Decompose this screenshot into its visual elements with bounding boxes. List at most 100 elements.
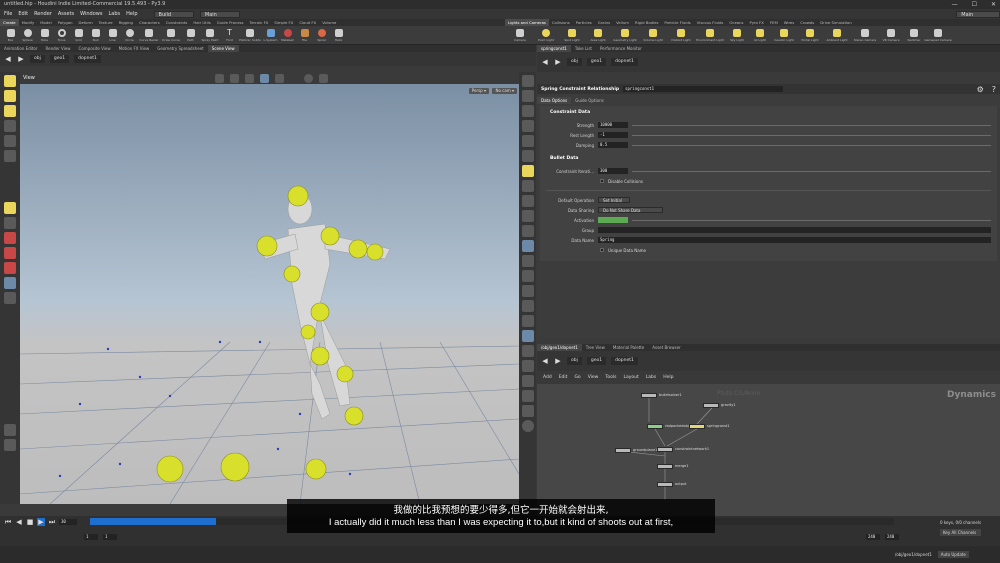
pose-tool-icon[interactable] [4,202,16,214]
net-menu-add[interactable]: Add [543,375,552,380]
path-crumb-geo1[interactable]: geo1 [586,357,607,365]
node-rbdpackedobject1[interactable] [647,424,663,429]
info-icon[interactable] [521,420,534,432]
strength-field[interactable]: 10000 [598,122,628,128]
snap-icon[interactable] [214,73,224,83]
magnet-icon[interactable] [4,232,16,244]
tab-scene-view[interactable]: Scene View [207,45,239,52]
key-all-button[interactable]: Key All Channels [940,529,982,536]
render-region-icon[interactable] [4,277,16,289]
handle-icon[interactable] [229,73,239,83]
ghost-icon[interactable] [521,90,534,102]
auto-update-button[interactable]: Auto Update [937,551,969,558]
shelf-tool-platonic[interactable]: Platonic Solids [238,26,262,45]
shelf-tool-grid[interactable]: Grid [70,26,87,45]
tab-asset-browser[interactable]: Asset Browser [648,344,684,351]
shelf-tool-lsystem[interactable]: L-System [262,26,279,45]
tab-springconst1[interactable]: springconst1 [537,45,571,52]
template-icon[interactable] [521,120,534,132]
menu-help[interactable]: Help [126,11,137,17]
menu-edit[interactable]: Edit [18,11,28,17]
shelf-tool-null[interactable]: Null [87,26,104,45]
tab-take-list[interactable]: Take List [571,45,596,52]
step-back-icon[interactable]: ◀ [15,518,23,526]
tab-composite-view[interactable]: Composite View [75,45,115,52]
tab-guide-options[interactable]: Guide Options [571,97,607,104]
group-field[interactable] [598,227,991,233]
grid-display-icon[interactable] [521,240,534,252]
shelf-tool-file[interactable]: File [296,26,313,45]
view-tool-icon[interactable] [4,135,16,147]
forward-arrow-icon[interactable]: ▶ [554,357,562,365]
node-bulletsolver1[interactable] [641,393,657,398]
default-operation-dropdown[interactable]: Set Initial [598,197,630,203]
minimize-button[interactable]: — [952,1,958,8]
tab-tree-view[interactable]: Tree View [582,344,609,351]
lighting-icon[interactable] [521,180,534,192]
background-icon[interactable] [521,225,534,237]
shelf-tool-volume-light[interactable]: Volume Light [639,26,667,45]
shelf-tool-camera[interactable]: Camera [507,26,533,45]
desktop-dropdown[interactable]: Main [199,10,241,18]
path-crumb-obj[interactable]: obj [567,357,582,365]
right-desktop-dropdown[interactable]: Main [956,10,1000,18]
tab-animation-editor[interactable]: Animation Editor [0,45,42,52]
demo-icon[interactable] [4,439,16,451]
shelf-tool-geometry-light[interactable]: Geometry Light [611,26,639,45]
wire-icon[interactable] [259,73,269,83]
wand-icon[interactable] [4,424,16,436]
shelf-tool-tube[interactable]: Tube [36,26,53,45]
net-menu-tools[interactable]: Tools [605,375,616,380]
net-menu-layout[interactable]: Layout [623,375,638,380]
network-editor[interactable]: Dynamics Ptuts CG/Anim bulletsolver1 gra… [537,384,1000,516]
shelf-tool-torus[interactable]: Torus [53,26,70,45]
visibility-icon[interactable] [521,105,534,117]
display-options-icon[interactable] [521,75,534,87]
iterations-slider[interactable] [632,170,991,172]
shelf-tool-spray-paint[interactable]: Spray Paint [199,26,221,45]
lock-icon[interactable] [4,150,16,162]
range-start-field[interactable]: 1 [84,534,98,540]
node-name-field[interactable]: springconst1 [623,86,784,92]
shelf-tool-portal-light[interactable]: Portal Light [797,26,823,45]
shelf-tool-ambient-light[interactable]: Ambient Light [823,26,851,45]
range-start2-field[interactable]: 1 [103,534,117,540]
current-frame-field[interactable]: 30 [59,519,77,525]
shelf-tool-caustic-light[interactable]: Caustic Light [771,26,797,45]
build-dropdown[interactable]: Build [153,10,194,18]
rest-length-slider[interactable] [632,134,991,136]
data-sharing-dropdown[interactable]: Do Not Share Data [598,207,663,213]
wireframe-icon[interactable] [521,135,534,147]
node-gravity1[interactable] [703,403,719,408]
shelf-tool-box[interactable]: Box [2,26,19,45]
shelf-tool-distant-light[interactable]: Distant Light [667,26,695,45]
node-merge1[interactable] [657,464,673,469]
shelf-tool-environment-light[interactable]: Environment Light [695,26,725,45]
tab-motion-fx-view[interactable]: Motion FX View [115,45,154,52]
path-crumb-geo1[interactable]: geo1 [586,58,607,66]
help-icon[interactable]: ? [992,85,996,94]
headlight-icon[interactable] [521,165,534,177]
range-end2-field[interactable]: 240 [885,534,899,540]
strength-slider[interactable] [632,124,991,126]
forward-arrow-icon[interactable]: ▶ [17,55,25,63]
node-springconst1[interactable] [689,424,705,429]
tab-performance-monitor[interactable]: Performance Monitor [596,45,646,52]
menu-file[interactable]: File [4,11,12,17]
menu-render[interactable]: Render [34,11,52,17]
jump-end-icon[interactable]: ⏭ [48,518,56,526]
node-groundplane1[interactable] [615,448,631,453]
select-tool-icon[interactable] [4,75,16,87]
iterations-field[interactable]: 300 [598,168,628,174]
net-menu-edit[interactable]: Edit [559,375,568,380]
shadow-icon[interactable] [521,195,534,207]
snapshot-icon[interactable] [521,375,534,387]
stop-icon[interactable]: ■ [26,518,34,526]
back-arrow-icon[interactable]: ◀ [541,58,549,66]
path-crumb-obj[interactable]: obj [567,58,582,66]
unique-data-name-checkbox[interactable] [600,248,604,252]
shelf-tool-gi-light[interactable]: GI Light [749,26,771,45]
tab-material-palette[interactable]: Material Palette [609,344,648,351]
path-crumb-obj[interactable]: obj [30,55,45,63]
ghost-other-icon[interactable] [521,150,534,162]
